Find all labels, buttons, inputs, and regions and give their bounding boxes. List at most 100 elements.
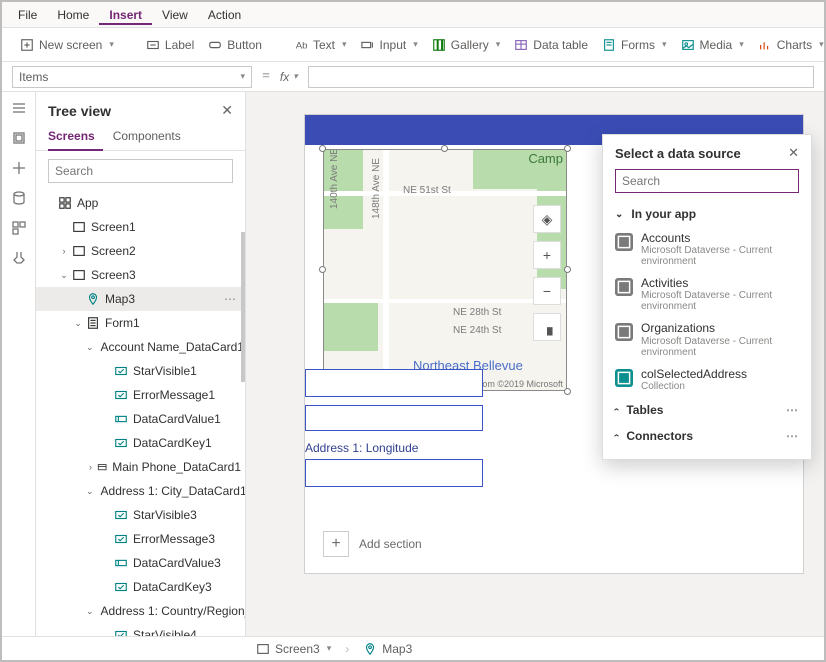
gallery-menu[interactable]: Gallery▾ <box>428 35 505 55</box>
tree-node[interactable]: DataCardKey1 <box>36 431 245 455</box>
forms-menu[interactable]: Forms▾ <box>598 35 671 55</box>
hamburger-icon[interactable] <box>11 100 27 116</box>
scrollbar[interactable] <box>241 232 245 382</box>
tree-node[interactable]: ⌄Address 1: Country/Region_DataCard1 <box>36 599 245 623</box>
media-menu[interactable]: Media▾ <box>677 35 748 55</box>
close-icon[interactable]: ✕ <box>788 145 799 161</box>
more-icon[interactable]: ⋯ <box>224 292 241 306</box>
tree-node[interactable]: ›Screen2 <box>36 239 245 263</box>
tree-node[interactable]: DataCardValue3 <box>36 551 245 575</box>
tree-node[interactable]: Map3⋯ <box>36 287 245 311</box>
expand-icon[interactable]: ⌄ <box>72 318 84 329</box>
data-source-item[interactable]: colSelectedAddressCollection <box>615 363 799 397</box>
tree-view-icon[interactable] <box>11 130 27 146</box>
menu-action[interactable]: Action <box>198 5 251 25</box>
forms-icon <box>602 38 616 52</box>
data-source-item[interactable]: OrganizationsMicrosoft Dataverse - Curre… <box>615 317 799 362</box>
chevron-right-icon: › <box>611 408 622 411</box>
tree-node[interactable]: DataCardKey3 <box>36 575 245 599</box>
data-pane-icon[interactable] <box>11 190 27 206</box>
formula-input[interactable] <box>308 66 814 88</box>
canvas[interactable]: dress 140th Ave NE 148th Ave NE <box>246 92 824 636</box>
node-icon <box>114 388 128 402</box>
tree-node-label: Form1 <box>105 316 140 330</box>
tree-node-label: DataCardValue3 <box>133 556 221 570</box>
expand-icon[interactable]: › <box>86 462 95 472</box>
section-label: Connectors <box>626 429 693 443</box>
longitude-input[interactable] <box>305 459 483 487</box>
new-screen-button[interactable]: New screen▾ <box>16 35 118 55</box>
datasource-sub: Microsoft Dataverse - Current environmen… <box>641 290 799 312</box>
expand-icon[interactable]: ⌄ <box>58 270 70 281</box>
section-tables[interactable]: › Tables ⋯ <box>615 397 799 423</box>
breadcrumb-screen[interactable]: Screen3 ▾ <box>256 642 331 656</box>
formula-bar: Items ▾ = fx▾ <box>2 62 824 92</box>
advanced-tools-icon[interactable] <box>11 250 27 266</box>
tree-node-app[interactable]: App <box>36 191 245 215</box>
property-selector[interactable]: Items ▾ <box>12 66 252 88</box>
close-icon[interactable]: ✕ <box>221 102 233 119</box>
expand-icon[interactable]: ⌄ <box>86 606 94 617</box>
map-control-selected[interactable]: 140th Ave NE 148th Ave NE NE 51st St NE … <box>315 141 575 399</box>
data-source-item[interactable]: AccountsMicrosoft Dataverse - Current en… <box>615 227 799 272</box>
more-icon[interactable]: ⋯ <box>786 429 799 443</box>
tree-node[interactable]: ErrorMessage3 <box>36 527 245 551</box>
tree-node[interactable]: ›Main Phone_DataCard1 <box>36 455 245 479</box>
data-table-icon <box>514 38 528 52</box>
charts-menu[interactable]: Charts▾ <box>754 35 826 55</box>
data-table-button[interactable]: Data table <box>510 35 592 55</box>
media-pane-icon[interactable] <box>11 220 27 236</box>
data-source-item[interactable]: ActivitiesMicrosoft Dataverse - Current … <box>615 272 799 317</box>
tab-components[interactable]: Components <box>113 123 189 150</box>
insert-pane-icon[interactable] <box>11 160 27 176</box>
menu-insert[interactable]: Insert <box>99 5 152 25</box>
tree-search-input[interactable] <box>48 159 233 183</box>
new-screen-label: New screen <box>39 38 102 52</box>
button-button[interactable]: Button <box>204 35 266 55</box>
node-icon <box>114 436 128 450</box>
expand-icon[interactable]: › <box>58 246 70 256</box>
label-button[interactable]: Label <box>142 35 198 55</box>
add-section-button[interactable]: + Add section <box>323 531 422 557</box>
data-card[interactable] <box>305 405 483 431</box>
tree-node[interactable]: DataCardValue1 <box>36 407 245 431</box>
tree-node[interactable]: StarVisible3 <box>36 503 245 527</box>
charts-icon <box>758 38 772 52</box>
tree-node[interactable]: StarVisible1 <box>36 359 245 383</box>
tree-node[interactable]: StarVisible4 <box>36 623 245 636</box>
breadcrumb-control[interactable]: Map3 <box>363 642 412 656</box>
tree-tabs: Screens Components <box>36 123 245 151</box>
menu-file[interactable]: File <box>8 5 47 25</box>
tree-node[interactable]: Screen1 <box>36 215 245 239</box>
expand-icon[interactable]: ⌄ <box>86 486 94 497</box>
node-icon <box>114 532 128 546</box>
left-rail <box>2 92 36 636</box>
tree-node[interactable]: ⌄Screen3 <box>36 263 245 287</box>
section-connectors[interactable]: › Connectors ⋯ <box>615 423 799 449</box>
input-menu[interactable]: Input▾ <box>357 35 422 55</box>
media-label: Media <box>700 38 733 52</box>
data-source-search-input[interactable] <box>615 169 799 193</box>
tree-node[interactable]: ⌄Account Name_DataCard1 <box>36 335 245 359</box>
fx-label[interactable]: fx▾ <box>280 70 298 84</box>
tree-node[interactable]: ⌄ Address 1: City_DataCard1 <box>36 479 245 503</box>
gallery-icon <box>432 38 446 52</box>
tab-screens[interactable]: Screens <box>48 123 103 151</box>
section-in-your-app[interactable]: ⌄ In your app <box>615 201 799 227</box>
tree-node-label: Address 1: City_DataCard1 <box>101 484 245 498</box>
expand-icon[interactable]: ⌄ <box>86 342 94 353</box>
datasource-sub: Collection <box>641 381 747 392</box>
more-icon[interactable]: ⋯ <box>786 403 799 417</box>
tree-node[interactable]: ErrorMessage1 <box>36 383 245 407</box>
menu-view[interactable]: View <box>152 5 198 25</box>
tree-view-panel: Tree view ✕ Screens Components App Scree… <box>36 92 246 636</box>
tree-node[interactable]: ⌄ Form1 <box>36 311 245 335</box>
data-card[interactable] <box>305 369 483 397</box>
datasource-name: Organizations <box>641 322 799 335</box>
tree-node-label: StarVisible3 <box>133 508 197 522</box>
tree-body[interactable]: App Screen1›Screen2⌄Screen3Map3⋯⌄Form1⌄A… <box>36 191 245 636</box>
chevron-right-icon: › <box>611 434 622 437</box>
menu-home[interactable]: Home <box>47 5 99 25</box>
breadcrumb-label: Map3 <box>382 642 412 656</box>
text-menu[interactable]: Abc Text▾ <box>290 35 351 55</box>
